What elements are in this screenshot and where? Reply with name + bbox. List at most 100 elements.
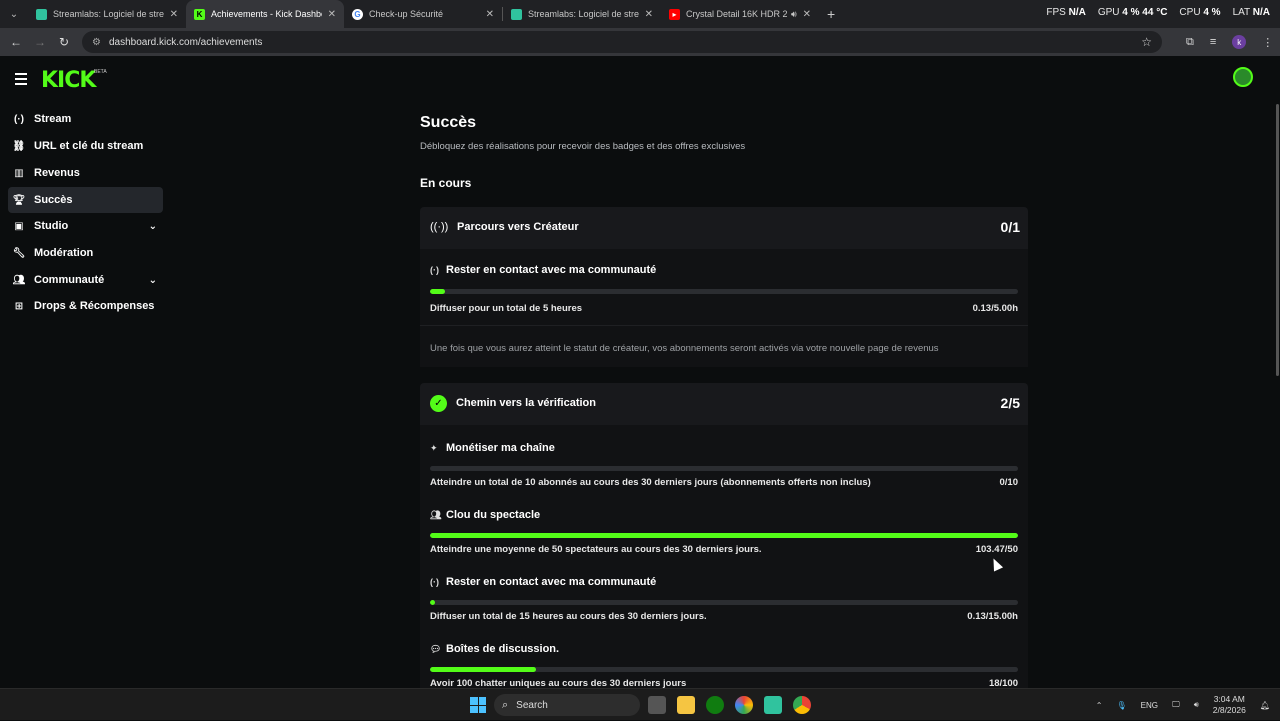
sidebar-item-revenus[interactable]: ▥ Revenus <box>8 160 163 186</box>
broadcast-icon: (·) <box>430 265 439 275</box>
tab-search-button[interactable]: ⌄ <box>4 4 24 24</box>
color-app-icon[interactable] <box>735 696 753 714</box>
site-info-icon[interactable]: ⚙ <box>92 37 101 48</box>
speaker-icon[interactable]: 🔊︎ <box>791 9 797 20</box>
clock[interactable]: 3:04 AM 2/8/2026 <box>1213 694 1246 716</box>
gpu-value: 4 % <box>1122 7 1140 18</box>
progress-bar <box>430 466 1018 471</box>
sidebar-item-label: Communauté <box>34 274 105 286</box>
windows-start-icon[interactable] <box>470 697 486 713</box>
windows-taskbar: ⌕ Search ⌃ 🎙︎ ENG 🖵︎ 🔊︎ 3:04 AM 2/8/2026… <box>0 688 1280 720</box>
profile-avatar[interactable]: k <box>1232 35 1247 49</box>
gift-icon: ⊞ <box>14 300 24 312</box>
sidebar-item-stream[interactable]: (·) Stream <box>8 106 163 132</box>
sidebar-item-stream-url[interactable]: ⛓ URL et clé du stream <box>8 133 163 159</box>
close-tab-icon[interactable]: ✕ <box>328 9 336 20</box>
tab-checkup-securite[interactable]: G Check-up Sécurité ✕ <box>344 0 502 28</box>
trophy-icon: 🏆︎ <box>12 194 26 206</box>
task-title: ✦ Monétiser ma chaîne <box>430 441 1018 455</box>
task-description: Avoir 100 chatter uniques au cours des 3… <box>430 678 687 688</box>
network-icon[interactable]: 🖵︎ <box>1172 700 1180 710</box>
sidebar-item-label: Stream <box>34 113 72 125</box>
forward-icon[interactable]: → <box>28 35 52 49</box>
progress-bar <box>430 533 1018 538</box>
notification-icon[interactable]: 🔔︎ <box>1260 701 1270 710</box>
sidebar-item-studio[interactable]: ▣ Studio ⌄ <box>8 213 163 239</box>
progress-bar <box>430 600 1018 605</box>
divider <box>420 325 1028 326</box>
video-icon: ▣ <box>14 220 24 232</box>
fps-value: N/A <box>1068 7 1086 18</box>
close-tab-icon[interactable]: ✕ <box>486 9 494 20</box>
chevron-up-icon[interactable]: ⌃ <box>1096 701 1103 710</box>
sidebar-item-communaute[interactable]: 👥︎ Communauté ⌄ <box>8 267 163 293</box>
tab-title: Check-up Sécurité <box>369 9 444 19</box>
performance-overlay: FPS N/A GPU 4 % 44 °C CPU 4 % LAT N/A <box>1046 7 1270 18</box>
new-tab-button[interactable]: + <box>827 6 835 22</box>
hamburger-menu-icon[interactable] <box>15 73 27 88</box>
achievement-card-verification: ✓ Chemin vers la vérification 2/5 ✦ Moné… <box>420 383 1028 688</box>
extensions-icon[interactable]: ⧉ <box>1186 36 1194 49</box>
more-menu-icon[interactable]: ⋮ <box>1262 36 1273 49</box>
progress-fill <box>430 667 536 672</box>
beta-badge: BETA <box>94 69 107 75</box>
sidebar-item-label: Studio <box>34 220 69 232</box>
tab-title: Crystal Detail 16K HDR 240 <box>686 9 787 19</box>
media-control-icon[interactable]: ≡ <box>1210 36 1216 48</box>
tab-title: Streamlabs: Logiciel de streaming <box>528 9 639 19</box>
cpu-label: CPU <box>1179 7 1201 18</box>
task-item: (·) Rester en contact avec ma communauté… <box>430 263 1018 314</box>
streamlabs-favicon-icon <box>511 8 522 20</box>
cpu-value: 4 % <box>1203 7 1221 18</box>
sidebar-item-drops[interactable]: ⊞ Drops & Récompenses <box>8 293 163 319</box>
taskbar-search[interactable]: ⌕ Search <box>494 694 640 716</box>
task-description: Diffuser pour un total de 5 heures <box>430 303 583 314</box>
page-scrollbar[interactable] <box>1276 104 1279 376</box>
user-avatar[interactable] <box>1233 67 1253 87</box>
tab-title: Streamlabs: Logiciel de streaming <box>53 9 164 19</box>
lat-value: N/A <box>1252 7 1270 18</box>
volume-icon[interactable]: 🔊︎ <box>1194 700 1199 710</box>
task-title: 👥︎ Clou du spectacle <box>430 508 1018 522</box>
task-title-text: Rester en contact avec ma communauté <box>446 264 657 276</box>
tab-youtube[interactable]: ▸ Crystal Detail 16K HDR 240 🔊︎ ✕ <box>661 0 819 28</box>
url-bar[interactable]: ⚙ dashboard.kick.com/achievements ☆ <box>82 31 1162 53</box>
tab-streamlabs-1[interactable]: Streamlabs: Logiciel de streaming ✕ <box>28 0 186 28</box>
task-description: Atteindre une moyenne de 50 spectateurs … <box>430 544 762 555</box>
search-icon: ⌕ <box>502 698 509 711</box>
sidebar-item-moderation[interactable]: 🔧︎ Modération <box>8 240 163 266</box>
tab-streamlabs-2[interactable]: Streamlabs: Logiciel de streaming ✕ <box>503 0 661 28</box>
microphone-icon[interactable]: 🎙︎ <box>1116 701 1126 710</box>
progress-bar <box>430 667 1018 672</box>
sidebar-item-succes[interactable]: 🏆︎ Succès <box>8 187 163 213</box>
bookmark-star-icon[interactable]: ☆ <box>1141 35 1152 49</box>
task-view-icon[interactable] <box>648 696 666 714</box>
progress-bar <box>430 289 1018 294</box>
reload-icon[interactable]: ↻ <box>52 35 76 49</box>
task-value: 0/10 <box>999 477 1019 488</box>
streamlabs-app-icon[interactable] <box>764 696 782 714</box>
close-tab-icon[interactable]: ✕ <box>170 9 178 20</box>
kick-logo[interactable]: KICK <box>41 68 96 93</box>
task-title: (·) Rester en contact avec ma communauté <box>430 575 1018 589</box>
task-title: 💬︎ Boîtes de discussion. <box>430 642 1018 656</box>
task-value: 0.13/5.00h <box>972 303 1018 314</box>
close-tab-icon[interactable]: ✕ <box>803 9 811 20</box>
streamlabs-favicon-icon <box>36 8 47 20</box>
close-tab-icon[interactable]: ✕ <box>645 9 653 20</box>
clock-time: 3:04 AM <box>1213 694 1245 704</box>
xbox-icon[interactable] <box>706 696 724 714</box>
gpu-temp: 44 °C <box>1142 7 1168 18</box>
task-value: 18/100 <box>988 678 1018 688</box>
back-icon[interactable]: ← <box>4 35 28 49</box>
task-title-text: Boîtes de discussion. <box>446 643 560 655</box>
tab-kick-dashboard[interactable]: K Achievements - Kick Dashboard ✕ <box>186 0 344 28</box>
address-bar-row: ← → ↻ ⚙ dashboard.kick.com/achievements … <box>0 28 1280 56</box>
link-icon: ⛓ <box>12 140 26 152</box>
file-explorer-icon[interactable] <box>677 696 695 714</box>
chrome-icon[interactable] <box>793 696 811 714</box>
language-indicator[interactable]: ENG <box>1141 701 1158 710</box>
chart-icon: ▥ <box>14 167 24 179</box>
system-tray: ⌃ 🎙︎ ENG 🖵︎ 🔊︎ 3:04 AM 2/8/2026 🔔︎ <box>1096 689 1270 721</box>
chat-icon: 💬︎ <box>430 643 442 654</box>
